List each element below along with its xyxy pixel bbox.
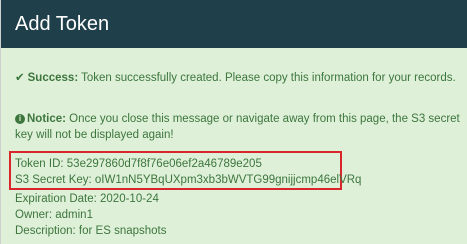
notice-label: Notice:	[27, 113, 66, 125]
owner: Owner: admin1	[15, 209, 93, 221]
notice-text: Once you close this message or navigate …	[15, 113, 460, 141]
description: Description: for ES snapshots	[15, 225, 167, 237]
success-alert: ✔ Success: Token successfully created. Pl…	[0, 48, 467, 244]
secret-key: S3 Secret Key: oIW1nN5YBqUXpm3xb3bWVTG99…	[15, 174, 362, 186]
notice-message: i Notice: Once you close this message or …	[15, 111, 465, 143]
token-id: Token ID: 53e297860d7f8f76e06ef2a46789e2…	[15, 158, 262, 170]
dialog-title: Add Token	[15, 13, 110, 35]
success-text: Token successfully created. Please copy …	[78, 72, 456, 84]
info-icon: i	[15, 114, 25, 124]
success-label: Success:	[27, 72, 79, 84]
dialog-header: Add Token	[0, 0, 467, 48]
expiration-date: Expiration Date: 2020-10-24	[15, 193, 159, 205]
checkmark-icon: ✔	[15, 72, 25, 84]
success-message: ✔ Success: Token successfully created. Pl…	[15, 70, 456, 84]
